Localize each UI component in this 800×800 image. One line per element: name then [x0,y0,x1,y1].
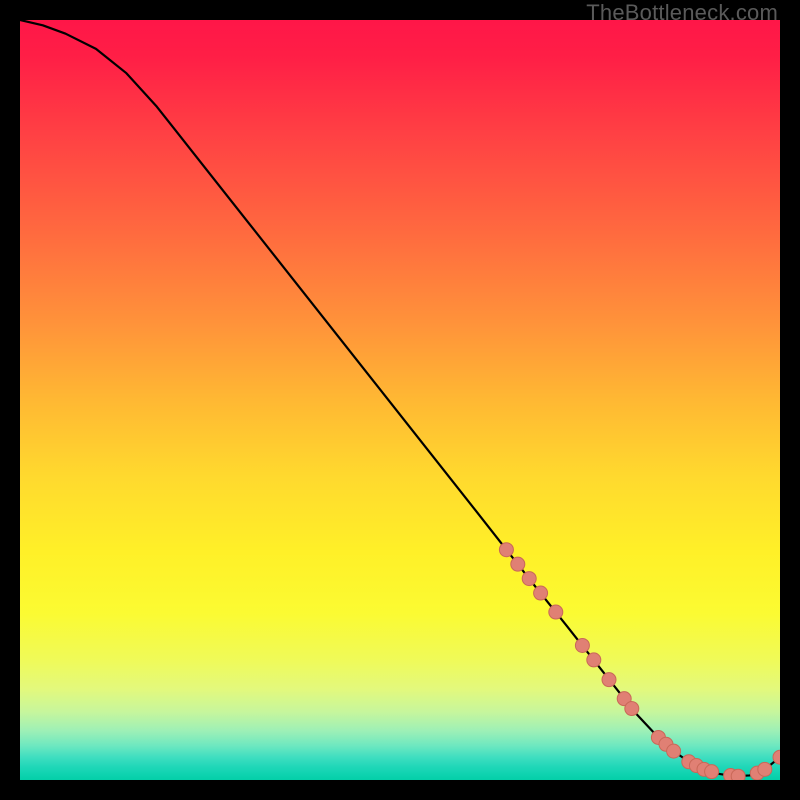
curve-marker [731,769,745,780]
curve-marker [522,572,536,586]
bottleneck-curve [20,20,780,776]
curve-marker [587,653,601,667]
curve-marker [758,762,772,776]
curve-marker [705,765,719,779]
chart-frame: TheBottleneck.com [0,0,800,800]
watermark-text: TheBottleneck.com [586,0,778,26]
curve-marker [511,557,525,571]
curve-marker [575,638,589,652]
bottleneck-curve-svg [20,20,780,780]
curve-marker [602,673,616,687]
curve-marker [549,605,563,619]
curve-marker [625,702,639,716]
curve-marker [667,744,681,758]
curve-marker [534,586,548,600]
curve-marker [499,543,513,557]
curve-markers [499,543,780,780]
